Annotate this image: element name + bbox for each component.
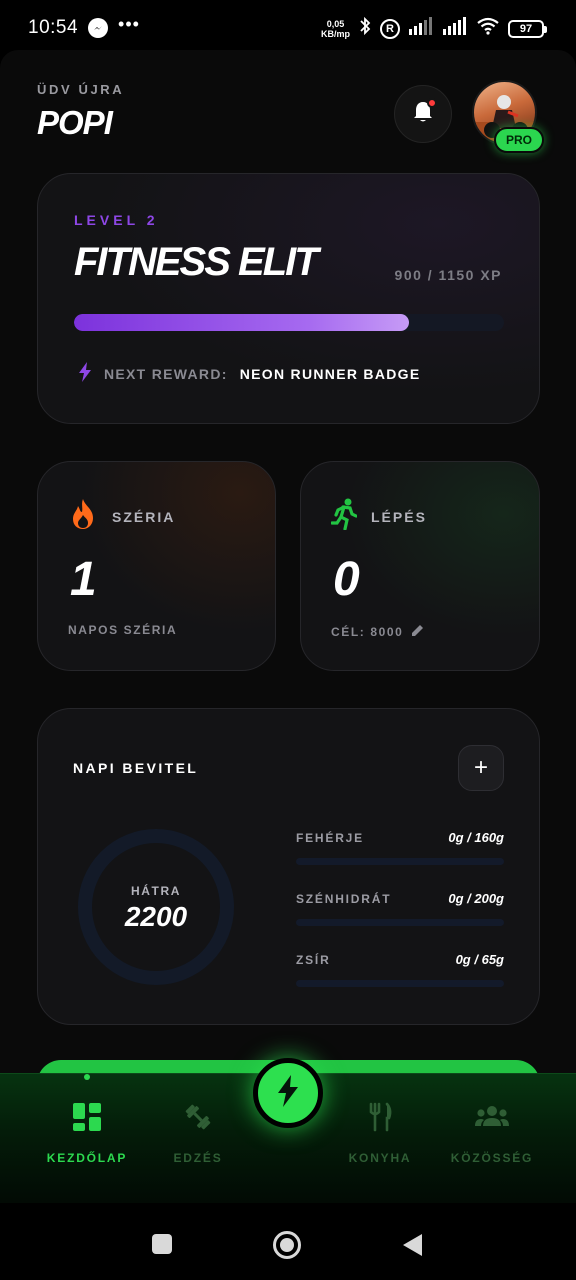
quick-action-button[interactable] [253,1058,323,1128]
macro-progress-bar [296,980,504,987]
registered-icon: R [380,18,400,39]
streak-title: SZÉRIA [112,508,176,525]
level-card[interactable]: LEVEL 2 FITNESS ELIT 900 / 1150 XP NEXT … [37,173,540,424]
back-button[interactable] [402,1233,424,1262]
bluetooth-icon [358,16,372,41]
nav-label: EDZÉS [173,1151,223,1165]
recents-button[interactable] [151,1233,173,1260]
more-notifications-icon: ••• [118,14,140,34]
level-title: FITNESS ELIT [74,240,319,284]
running-icon [330,498,358,535]
notification-dot [427,98,437,108]
steps-title: LÉPÉS [371,508,427,525]
macro-value: 0g / 160g [448,830,504,845]
next-reward: NEXT REWARD: NEON RUNNER BADGE [78,362,421,385]
macro-value: 0g / 200g [448,891,504,906]
macro-progress-bar [296,919,504,926]
nav-label: KÖZÖSSÉG [450,1151,534,1165]
active-indicator-dot [84,1074,90,1080]
system-navigation-bar [0,1203,576,1280]
macro-carbs: SZÉNHIDRÁT 0g / 200g [296,891,504,926]
macro-fat: ZSÍR 0g / 65g [296,952,504,987]
xp-text: 900 / 1150 XP [394,267,502,283]
reward-label: NEXT REWARD: [104,365,228,382]
wifi-icon [476,17,500,40]
lightning-icon [78,362,92,385]
macro-name: FEHÉRJE [296,831,364,845]
streak-card[interactable]: SZÉRIA 1 NAPOS SZÉRIA [37,461,276,671]
macro-protein: FEHÉRJE 0g / 160g [296,830,504,865]
flame-icon [68,498,98,535]
steps-value: 0 [333,553,360,606]
username: POPI [37,104,113,141]
streak-subtitle: NAPOS SZÉRIA [68,623,178,637]
steps-card[interactable]: LÉPÉS 0 CÉL: 8000 [300,461,540,671]
streak-value: 1 [70,553,97,606]
nav-label: KONYHA [348,1151,412,1165]
nav-item-workout[interactable]: EDZÉS [143,1102,253,1165]
daily-intake-card: NAPI BEVITEL + HÁTRA 2200 FEHÉRJE 0g / 1… [37,708,540,1025]
status-bar: 10:54 ••• 0,05 KB/mp R 97 [0,0,576,56]
fork-knife-icon [365,1102,395,1137]
network-speed: 0,05 KB/mp [321,18,350,39]
messenger-icon [88,18,109,38]
pro-badge: PRO [494,127,544,153]
nav-item-community[interactable]: KÖZÖSSÉG [437,1102,547,1165]
reward-value: NEON RUNNER BADGE [239,365,421,382]
signal-icon [408,17,434,40]
macro-value: 0g / 65g [455,952,504,967]
steps-goal[interactable]: CÉL: 8000 [331,623,425,640]
intake-title: NAPI BEVITEL [73,760,199,776]
nav-item-home[interactable]: KEZDŐLAP [32,1102,142,1165]
nav-label: KEZDŐLAP [46,1151,128,1165]
home-button[interactable] [272,1230,302,1265]
notifications-button[interactable] [394,85,452,143]
macro-progress-bar [296,858,504,865]
battery-indicator: 97 [508,19,547,38]
status-time: 10:54 [28,17,79,38]
remaining-calories: 2200 [124,901,188,932]
add-food-button[interactable]: + [458,745,504,791]
macro-name: SZÉNHIDRÁT [296,892,392,906]
group-icon [474,1102,510,1137]
nav-item-kitchen[interactable]: KONYHA [325,1102,435,1165]
dashboard-icon [72,1102,102,1137]
edit-icon[interactable] [411,623,425,640]
remaining-label: HÁTRA [131,884,181,898]
lightning-icon [277,1074,299,1112]
greeting-text: ÜDV ÚJRA [37,82,125,97]
signal-icon-2 [442,17,468,40]
macro-name: ZSÍR [296,953,331,967]
level-label: LEVEL 2 [74,212,159,228]
xp-progress-fill [74,314,410,331]
xp-progress-bar [74,314,504,331]
dumbbell-icon [183,1102,213,1137]
